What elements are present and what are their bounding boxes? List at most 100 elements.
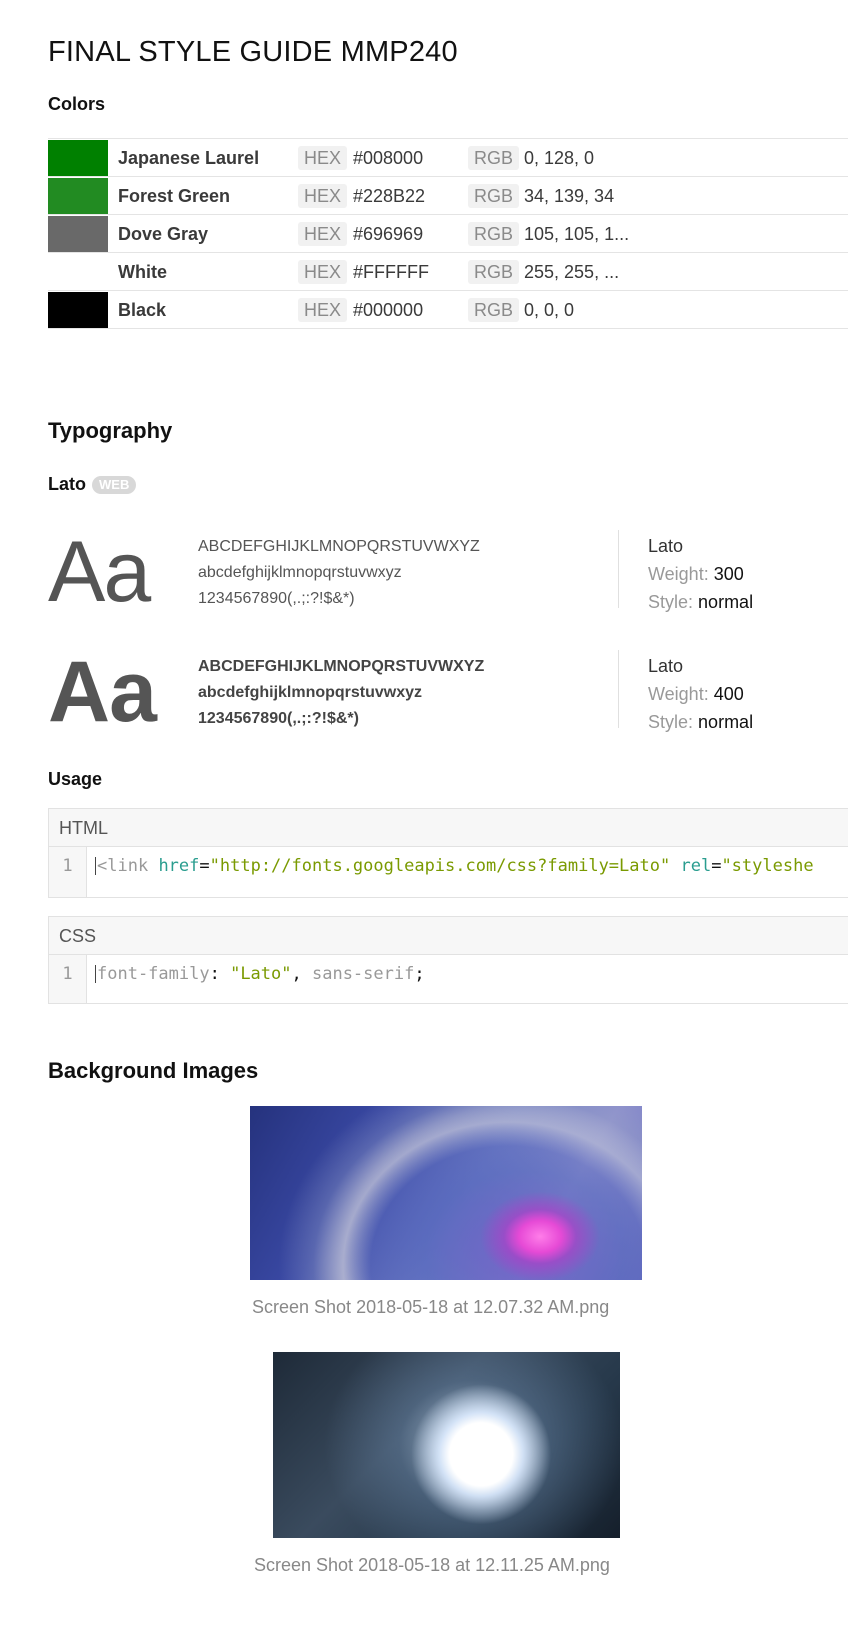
hex-label: HEX xyxy=(298,222,348,246)
rgb-label: RGB xyxy=(468,260,520,284)
background-image-nebula[interactable] xyxy=(250,1106,642,1280)
code-string: "http://fonts.googleapis.com/css?family=… xyxy=(209,856,671,876)
meta-family: Lato xyxy=(648,656,684,676)
rgb-label: RGB xyxy=(468,222,520,246)
color-name: Dove Gray xyxy=(118,224,209,244)
background-image-explosion[interactable] xyxy=(273,1352,620,1538)
rgb-value: 34, 139, 34 xyxy=(524,186,615,206)
rgb-value: 105, 105, 1... xyxy=(524,224,630,244)
hex-label: HEX xyxy=(298,260,348,284)
image-caption: Screen Shot 2018-05-18 at 12.07.32 AM.pn… xyxy=(252,1297,610,1317)
hex-label: HEX xyxy=(298,184,348,208)
hex-label: HEX xyxy=(298,146,348,170)
meta-style: Style: normal xyxy=(648,708,753,736)
meta-family: Lato xyxy=(648,536,684,556)
color-row: White HEX #FFFFFF RGB 255, 255, ... xyxy=(48,253,848,291)
code-block-label: HTML xyxy=(49,809,848,847)
hex-value: #FFFFFF xyxy=(353,262,429,282)
rgb-label: RGB xyxy=(468,146,520,170)
code-punc: : xyxy=(209,964,231,984)
color-name: Black xyxy=(118,300,167,320)
hex-value: #228B22 xyxy=(353,186,426,206)
weight-value: 400 xyxy=(713,684,744,704)
code-attr: rel xyxy=(680,856,712,876)
weight-label: Weight: xyxy=(648,564,709,584)
code-editor[interactable]: 1 font-family: "Lato", sans-serif; xyxy=(49,955,848,1003)
color-swatch xyxy=(48,216,108,252)
specimen-meta: Lato Weight: 300 Style: normal xyxy=(648,532,753,616)
style-label: Style: xyxy=(648,592,694,612)
typography-heading: Typography xyxy=(48,418,173,443)
color-row: Black HEX #000000 RGB 0, 0, 0 xyxy=(48,291,848,329)
background-images-heading: Background Images xyxy=(48,1058,259,1083)
rgb-value: 0, 128, 0 xyxy=(524,148,595,168)
page-title: FINAL STYLE GUIDE MMP240 xyxy=(48,36,458,68)
css-code-block: CSS 1 font-family: "Lato", sans-serif; xyxy=(48,916,848,1004)
color-swatch xyxy=(48,254,108,290)
text-cursor xyxy=(95,857,96,875)
html-code-block: HTML 1 <link href="http://fonts.googleap… xyxy=(48,808,848,898)
color-swatch xyxy=(48,178,108,214)
hex-label: HEX xyxy=(298,298,348,322)
hex-value: #696969 xyxy=(353,224,424,244)
rgb-value: 0, 0, 0 xyxy=(524,300,575,320)
image-caption: Screen Shot 2018-05-18 at 12.11.25 AM.pn… xyxy=(254,1555,610,1575)
web-badge: WEB xyxy=(92,475,137,494)
specimen-meta: Lato Weight: 400 Style: normal xyxy=(648,652,753,736)
meta-weight: Weight: 300 xyxy=(648,560,753,588)
color-name: Forest Green xyxy=(118,186,231,206)
font-specimen-400: Aa ABCDEFGHIJKLMNOPQRSTUVWXYZ abcdefghij… xyxy=(48,644,848,740)
usage-heading: Usage xyxy=(48,769,103,789)
specimen-glyphs: ABCDEFGHIJKLMNOPQRSTUVWXYZ abcdefghijklm… xyxy=(198,534,480,612)
text-cursor xyxy=(95,965,96,983)
rgb-label: RGB xyxy=(468,298,520,322)
hex-value: #008000 xyxy=(353,148,424,168)
rgb-value: 255, 255, ... xyxy=(524,262,620,282)
glyphs-digits: 1234567890(,.;:?!$&*) xyxy=(198,710,359,727)
code-punc: = xyxy=(711,856,722,876)
font-specimen-300: Aa ABCDEFGHIJKLMNOPQRSTUVWXYZ abcdefghij… xyxy=(48,524,848,620)
weight-label: Weight: xyxy=(648,684,709,704)
line-number: 1 xyxy=(49,955,87,1003)
glyphs-lowercase: abcdefghijklmnopqrstuvwxyz xyxy=(198,564,402,581)
meta-weight: Weight: 400 xyxy=(648,680,753,708)
code-attr: href xyxy=(158,856,200,876)
code-string: "styleshe xyxy=(721,856,814,876)
specimen-glyphs: ABCDEFGHIJKLMNOPQRSTUVWXYZ abcdefghijklm… xyxy=(198,654,484,732)
code-line[interactable]: <link href="http://fonts.googleapis.com/… xyxy=(95,856,814,876)
color-swatch xyxy=(48,292,108,328)
color-name: Japanese Laurel xyxy=(118,148,260,168)
specimen-sample: Aa xyxy=(48,644,157,740)
code-string: "Lato" xyxy=(230,964,292,984)
font-family-title: Lato WEB xyxy=(48,474,137,495)
font-name: Lato xyxy=(48,474,86,494)
style-value: normal xyxy=(698,592,754,612)
code-tag: <link xyxy=(97,856,149,876)
color-name: White xyxy=(118,262,167,282)
code-property: font-family xyxy=(97,964,210,984)
specimen-divider xyxy=(618,530,619,608)
code-keyword: sans-serif xyxy=(311,964,415,984)
code-punc: = xyxy=(199,856,210,876)
color-row: Dove Gray HEX #696969 RGB 105, 105, 1... xyxy=(48,215,848,253)
color-swatch xyxy=(48,140,108,176)
hex-value: #000000 xyxy=(353,300,424,320)
glyphs-uppercase: ABCDEFGHIJKLMNOPQRSTUVWXYZ xyxy=(198,538,480,555)
line-number: 1 xyxy=(49,847,87,897)
code-line[interactable]: font-family: "Lato", sans-serif; xyxy=(95,964,425,984)
meta-style: Style: normal xyxy=(648,588,753,616)
style-value: normal xyxy=(698,712,754,732)
color-row: Forest Green HEX #228B22 RGB 34, 139, 34 xyxy=(48,177,848,215)
weight-value: 300 xyxy=(713,564,744,584)
code-editor[interactable]: 1 <link href="http://fonts.googleapis.co… xyxy=(49,847,848,897)
glyphs-digits: 1234567890(,.;:?!$&*) xyxy=(198,590,355,607)
specimen-sample: Aa xyxy=(48,524,151,620)
color-row: Japanese Laurel HEX #008000 RGB 0, 128, … xyxy=(48,139,848,177)
glyphs-uppercase: ABCDEFGHIJKLMNOPQRSTUVWXYZ xyxy=(198,658,485,675)
color-table: Japanese Laurel HEX #008000 RGB 0, 128, … xyxy=(48,138,848,329)
code-block-label: CSS xyxy=(49,917,848,955)
glyphs-lowercase: abcdefghijklmnopqrstuvwxyz xyxy=(198,684,423,701)
colors-heading: Colors xyxy=(48,94,106,114)
code-punc: , xyxy=(291,964,312,984)
code-punc: ; xyxy=(414,964,425,984)
